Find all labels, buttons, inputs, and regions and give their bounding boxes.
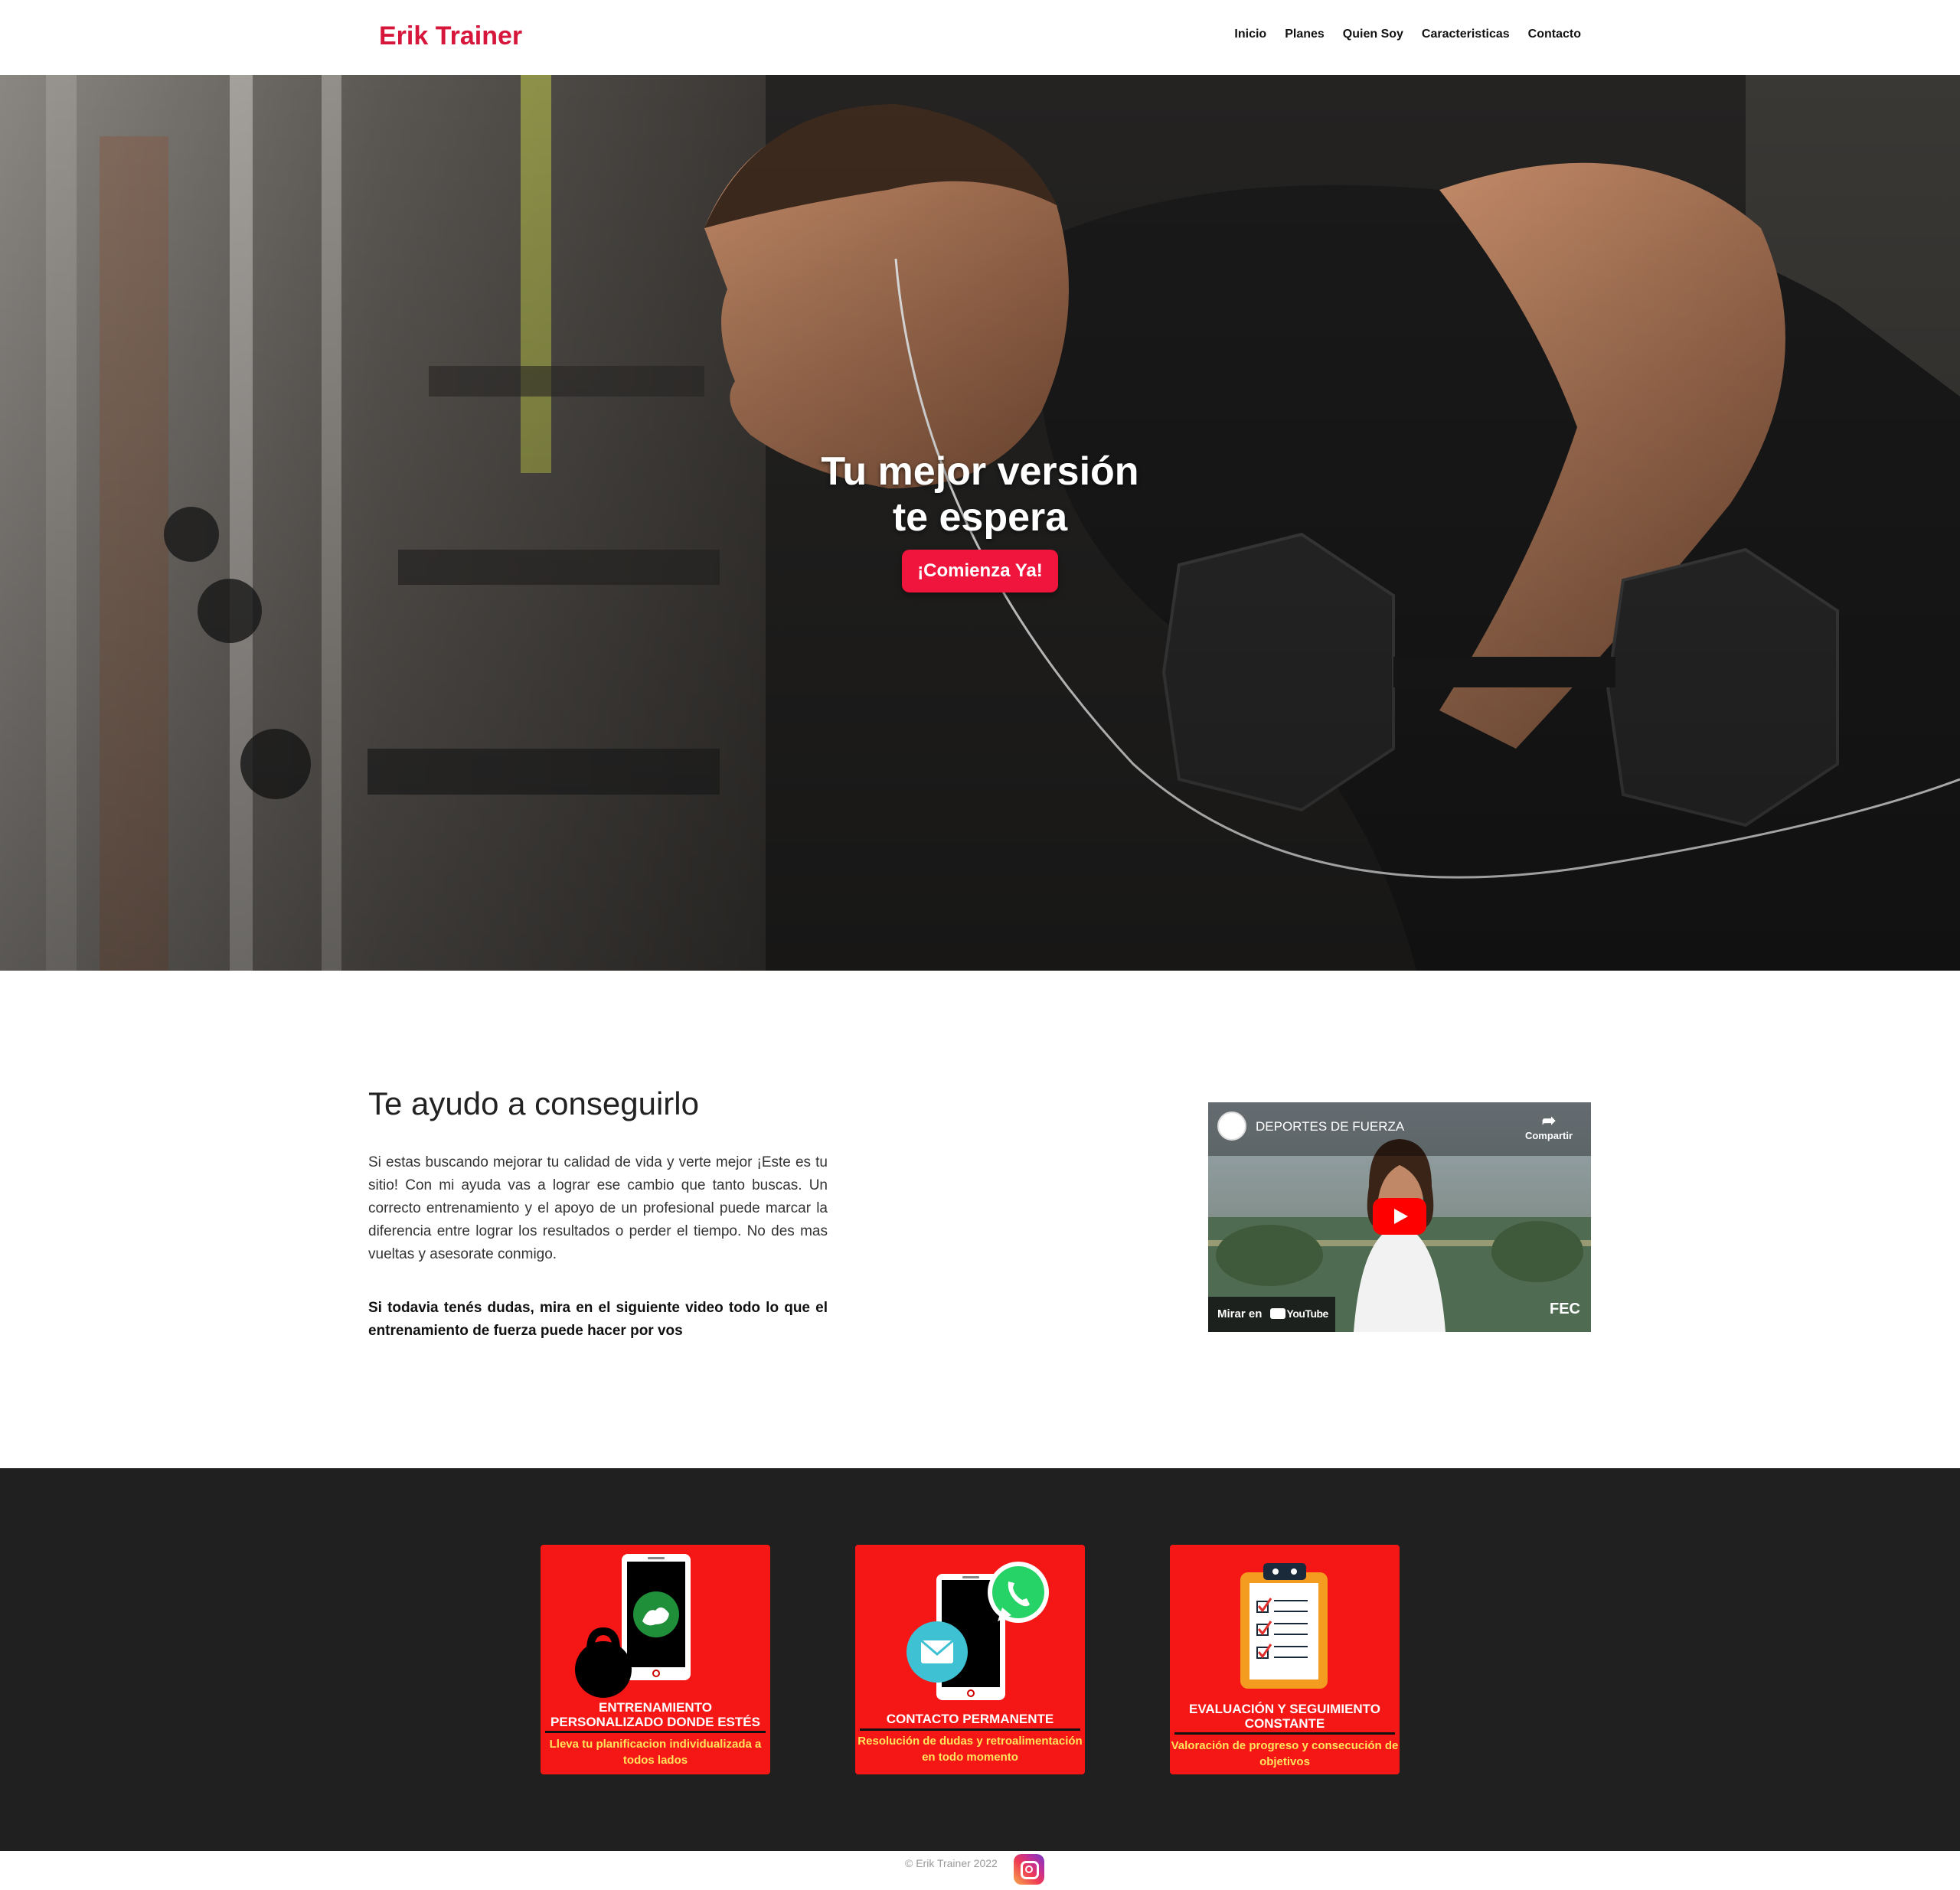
hero-section: Tu mejor versión te espera ¡Comienza Ya!: [0, 75, 1960, 971]
feature-subtitle-evaluation: Valoración de progreso y consecución de …: [1171, 1739, 1399, 1768]
brand-logo[interactable]: Erik Trainer: [379, 21, 522, 51]
footer-copyright: © Erik Trainer 2022: [905, 1857, 998, 1869]
about-emphasis: Si todavia tenés dudas, mira en el sigui…: [368, 1300, 828, 1339]
nav-link-planes[interactable]: Planes: [1285, 28, 1325, 41]
feature-title-training: ENTRENAMIENTO PERSONALIZADO DONDE ESTÉS: [550, 1700, 760, 1729]
feature-divider: [545, 1731, 766, 1733]
video-watermark: FEC: [1550, 1301, 1580, 1317]
feature-title-evaluation: EVALUACIÓN Y SEGUIMIENTO CONSTANTE: [1188, 1702, 1380, 1731]
watch-on-label: Mirar en: [1217, 1307, 1263, 1320]
nav-link-contacto[interactable]: Contacto: [1528, 28, 1581, 41]
features-section: ENTRENAMIENTO PERSONALIZADO DONDE ESTÉS …: [0, 1468, 1960, 1851]
feature-divider: [860, 1728, 1080, 1731]
play-button-icon[interactable]: [1373, 1198, 1426, 1235]
feature-card-training: ENTRENAMIENTO PERSONALIZADO DONDE ESTÉS …: [541, 1545, 770, 1774]
feature-card-evaluation: EVALUACIÓN Y SEGUIMIENTO CONSTANTE Valor…: [1170, 1545, 1400, 1774]
youtube-logo-icon: YouTube: [1269, 1307, 1329, 1320]
about-paragraph: Si estas buscando mejorar tu calidad de …: [368, 1154, 828, 1262]
nav-link-caracteristicas[interactable]: Caracteristicas: [1422, 28, 1510, 41]
about-title: Te ayudo a conseguirlo: [368, 1085, 699, 1121]
youtube-label: YouTube: [1286, 1307, 1329, 1320]
instagram-icon[interactable]: [1014, 1854, 1044, 1885]
hero-title-line-1: Tu mejor versión: [821, 449, 1139, 494]
feature-card-contact: CONTACTO PERMANENTE Resolución de dudas …: [855, 1545, 1085, 1774]
nav-link-quien-soy[interactable]: Quien Soy: [1343, 28, 1403, 41]
video-title[interactable]: DEPORTES DE FUERZA: [1256, 1119, 1404, 1134]
feature-subtitle-contact: Resolución de dudas y retroalimentación …: [858, 1735, 1083, 1764]
video-share-button[interactable]: ➦ Compartir: [1522, 1111, 1576, 1142]
youtube-video-embed[interactable]: DEPORTES DE FUERZA ➦ Compartir Mirar en …: [1208, 1102, 1591, 1332]
video-share-label: Compartir: [1524, 1130, 1573, 1141]
share-arrow-icon: ➦: [1541, 1111, 1557, 1130]
feature-subtitle-training: Lleva tu planificacion individualizada a…: [549, 1738, 762, 1767]
navbar: Erik Trainer Inicio Planes Quien Soy Car…: [0, 0, 1960, 75]
video-channel-avatar[interactable]: [1217, 1111, 1246, 1141]
feature-title-contact: CONTACTO PERMANENTE: [886, 1712, 1054, 1726]
feature-divider: [1174, 1732, 1395, 1735]
hero-title-line-2: te espera: [892, 495, 1068, 540]
watch-on-youtube-button[interactable]: Mirar en YouTube: [1208, 1297, 1335, 1332]
start-now-button[interactable]: ¡Comienza Ya!: [902, 550, 1058, 592]
hero-title: Tu mejor versión te espera: [0, 449, 1960, 540]
nav-link-inicio[interactable]: Inicio: [1234, 28, 1266, 41]
main-nav: Inicio Planes Quien Soy Caracteristicas …: [1234, 28, 1581, 41]
